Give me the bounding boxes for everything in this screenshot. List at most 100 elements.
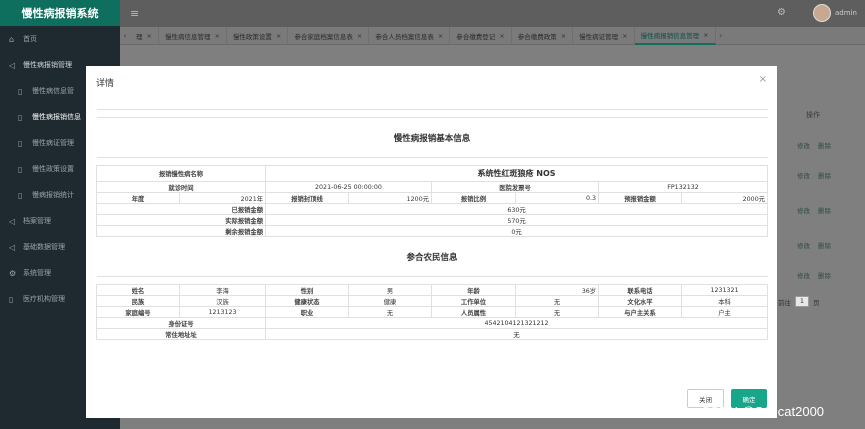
sidebar-item-label: 基础数据管理 (23, 243, 65, 251)
top-header: ≡ ⚙ admin (120, 0, 865, 27)
label-job: 职业 (265, 306, 349, 318)
sidebar-item-label: 慢性政策设置 (32, 165, 74, 173)
tab-label: 慢性病证管理 (579, 32, 619, 41)
tab-close-icon[interactable]: × (622, 32, 627, 40)
tab-item[interactable]: 参合缴费登记 × (450, 26, 512, 45)
close-icon[interactable]: × (759, 74, 767, 85)
edit-link[interactable]: 修改 (797, 207, 810, 215)
label-reimbursed: 已报销金额 (96, 203, 266, 215)
label-family-id: 家庭编号 (96, 306, 180, 318)
delete-link[interactable]: 删除 (818, 207, 831, 215)
label-actual: 实际报销金额 (96, 214, 266, 226)
label-pre-amount: 预报销金额 (598, 192, 682, 204)
tab-close-icon[interactable]: × (438, 32, 443, 40)
tab-item[interactable]: 慢性政策设置 × (227, 26, 289, 45)
label-age: 年龄 (431, 284, 516, 296)
spacer-row (96, 109, 768, 118)
label-gender: 性别 (265, 284, 349, 296)
spacer-row (96, 157, 768, 166)
pager-prefix: 前往 (778, 298, 791, 307)
doc-icon: ▯ (18, 112, 23, 122)
tab-close-icon[interactable]: × (703, 31, 708, 39)
value-ethnic: 汉族 (179, 295, 266, 307)
delete-link[interactable]: 删除 (818, 272, 831, 280)
tab-item[interactable]: 参合缴费政策 × (512, 26, 574, 45)
tab-label: 参合人员档案信息表 (375, 32, 434, 41)
tab-close-icon[interactable]: × (276, 32, 281, 40)
sidebar-item-label: 慢性病报销管理 (23, 61, 72, 69)
delete-link[interactable]: 删除 (818, 142, 831, 150)
value-actual: 570元 (265, 214, 768, 226)
value-reimbursed: 630元 (265, 203, 768, 215)
value-relation: 户主 (681, 306, 768, 318)
tab-close-icon[interactable]: × (357, 32, 362, 40)
tab-item-active[interactable]: 慢性病报销信息管理 × (634, 26, 716, 45)
sidebar-item-label: 档案管理 (23, 217, 51, 225)
dialog-body: 慢性病报销基本信息 报销慢性病名称 系统性红斑狼疮 NOS 就诊时间 2021-… (96, 109, 768, 340)
doc-icon: ▯ (18, 86, 23, 96)
sidebar-item-label: 慢病报销统计 (32, 191, 74, 199)
label-address: 常住地址址 (96, 328, 266, 340)
page-input[interactable]: 1 (795, 296, 809, 307)
section-title-basic: 慢性病报销基本信息 (96, 117, 768, 158)
username[interactable]: admin (835, 9, 857, 17)
edit-link[interactable]: 修改 (797, 172, 810, 180)
table-row: 修改 删除 (797, 170, 839, 180)
value-remaining: 0元 (265, 225, 768, 237)
edit-link[interactable]: 修改 (797, 142, 810, 150)
label-health: 健康状态 (265, 295, 349, 307)
tab-next-icon[interactable]: › (716, 31, 726, 40)
value-year: 2021年 (179, 192, 266, 204)
value-education: 本科 (681, 295, 768, 307)
sidebar-item-label: 系统管理 (23, 269, 51, 277)
tab-item[interactable]: 慢性病信息管理 × (159, 26, 227, 45)
sidebar-item-home[interactable]: ⌂ 首页 (0, 26, 120, 52)
label-ethnic: 民族 (96, 295, 180, 307)
value-gender: 男 (348, 284, 432, 296)
sidebar-item-label: 慢性病证管理 (32, 139, 74, 147)
tab-close-icon[interactable]: × (561, 32, 566, 40)
delete-link[interactable]: 删除 (818, 242, 831, 250)
section-title-farmer: 参合农民信息 (96, 236, 768, 277)
label-disease: 报销慢性病名称 (96, 165, 266, 182)
label-remaining: 剩余报销金额 (96, 225, 266, 237)
doc-icon: ▯ (18, 164, 23, 174)
menu-toggle-icon[interactable]: ≡ (130, 7, 139, 20)
doc-icon: ▯ (18, 138, 23, 148)
value-ratio: 0.3 (515, 192, 599, 204)
tab-item[interactable]: 参合家庭档案信息表 × (288, 26, 370, 45)
tab-item[interactable]: 慢性病证管理 × (573, 26, 635, 45)
delete-link[interactable]: 删除 (818, 172, 831, 180)
tab-item[interactable]: 参合人员档案信息表 × (369, 26, 451, 45)
value-disease: 系统性红斑狼疮 NOS (265, 165, 768, 182)
table-row: 修改 删除 (797, 270, 839, 280)
value-address: 无 (265, 328, 768, 340)
value-visit-time: 2021-06-25 00:00:00 (265, 181, 432, 193)
value-phone: 1231321 (681, 284, 768, 296)
avatar[interactable] (813, 4, 831, 22)
tab-label: 慢性病信息管理 (164, 32, 211, 41)
label-ratio: 报销比例 (431, 192, 516, 204)
send-icon: ◁ (9, 242, 16, 252)
label-id-number: 身份证号 (96, 317, 266, 329)
tab-item[interactable]: 理 × (130, 26, 159, 45)
tab-prev-icon[interactable]: ‹ (120, 31, 130, 40)
label-visit-time: 就诊时间 (96, 181, 266, 193)
tab-label: 慢性病报销信息管理 (640, 31, 700, 40)
edit-link[interactable]: 修改 (797, 242, 810, 250)
spacer-row (96, 276, 768, 285)
tab-close-icon[interactable]: × (147, 32, 152, 40)
table-row: 修改 删除 (797, 205, 839, 215)
tab-close-icon[interactable]: × (214, 32, 219, 40)
edit-link[interactable]: 修改 (797, 272, 810, 280)
value-job: 无 (348, 306, 432, 318)
value-name: 李海 (179, 284, 266, 296)
tab-label: 参合家庭档案信息表 (294, 32, 353, 41)
label-relation: 与户主关系 (598, 306, 682, 318)
detail-table: 慢性病报销基本信息 报销慢性病名称 系统性红斑狼疮 NOS 就诊时间 2021-… (96, 109, 768, 340)
settings-gear-icon[interactable]: ⚙ (777, 7, 786, 18)
send-icon: ◁ (9, 60, 16, 70)
sidebar-item-label: 医疗机构管理 (23, 295, 65, 303)
pagination-jumper: 前往 1 页 (778, 296, 820, 307)
tab-close-icon[interactable]: × (499, 32, 504, 40)
